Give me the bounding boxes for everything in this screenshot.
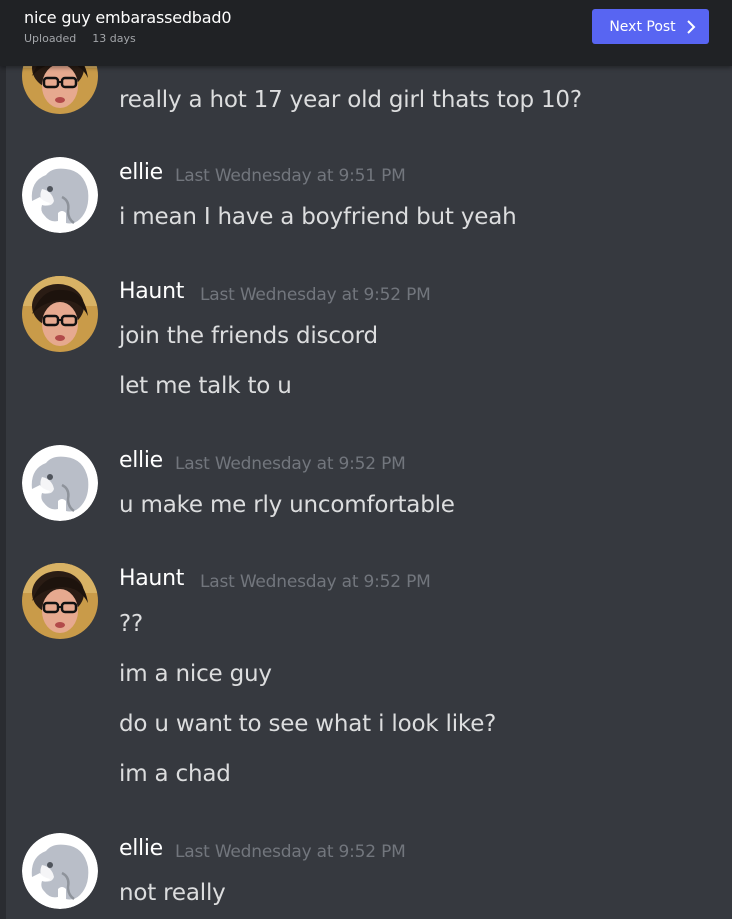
message-text: let me talk to u (119, 373, 292, 399)
ellie-avatar[interactable] (22, 445, 98, 521)
message-text: do u want to see what i look like? (119, 711, 497, 737)
message-timestamp: Last Wednesday at 9:52 PM (200, 572, 431, 592)
message-timestamp: Last Wednesday at 9:52 PM (200, 285, 431, 305)
ellie-avatar[interactable] (22, 157, 98, 233)
message-text: ?? (119, 611, 144, 637)
post-title: nice guy embarassedbad0 (24, 8, 232, 27)
uploaded-age: 13 days (92, 32, 136, 45)
message-timestamp: Last Wednesday at 9:52 PM (175, 842, 406, 862)
next-post-label: Next Post (609, 18, 676, 35)
next-post-button[interactable]: Next Post (592, 9, 709, 44)
post-header: nice guy embarassedbad0 Uploaded 13 days … (0, 0, 732, 66)
chevron-right-icon (686, 19, 696, 35)
message-username[interactable]: ellie (119, 836, 163, 861)
uploaded-label: Uploaded (24, 32, 77, 45)
message-timestamp: Last Wednesday at 9:52 PM (175, 454, 406, 474)
message-text: u make me rly uncomfortable (119, 492, 455, 518)
message-username[interactable]: ellie (119, 448, 163, 473)
post-meta: Uploaded 13 days (24, 32, 136, 45)
message-username[interactable]: Haunt (119, 279, 184, 304)
left-edge-strip (0, 66, 6, 919)
message-text: i mean I have a boyfriend but yeah (119, 204, 517, 230)
message-text: not really (119, 880, 226, 906)
haunt-avatar[interactable] (22, 276, 98, 352)
message-text: really a hot 17 year old girl thats top … (119, 87, 582, 113)
message-timestamp: Last Wednesday at 9:51 PM (175, 166, 406, 186)
message-username[interactable]: Haunt (119, 566, 184, 591)
message-text: im a nice guy (119, 661, 272, 687)
message-username[interactable]: ellie (119, 160, 163, 185)
message-text: im a chad (119, 761, 231, 787)
message-text: join the friends discord (119, 323, 378, 349)
haunt-avatar[interactable] (22, 563, 98, 639)
message-feed: really a hot 17 year old girl thats top … (0, 0, 732, 919)
ellie-avatar[interactable] (22, 833, 98, 909)
